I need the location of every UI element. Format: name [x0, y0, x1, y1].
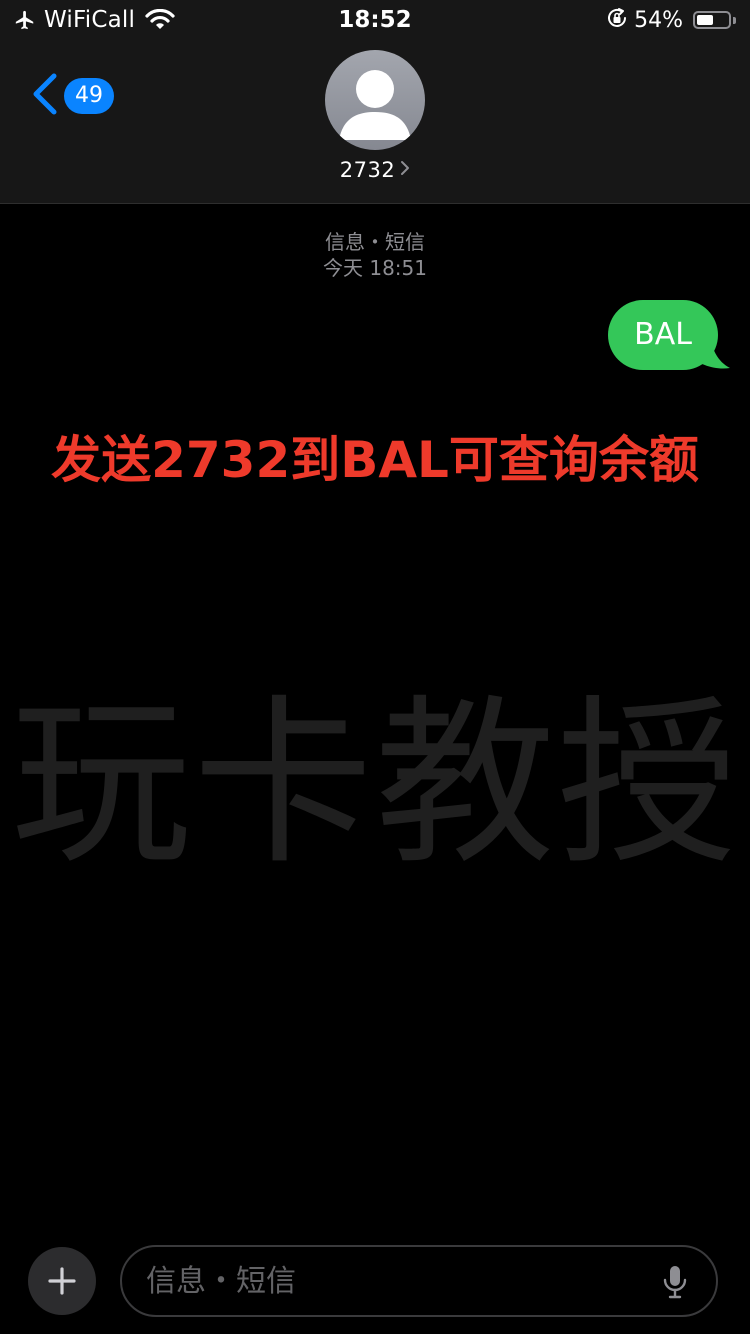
contact-name[interactable]: 2732 [340, 158, 395, 182]
back-button[interactable]: 49 [28, 72, 114, 120]
status-right: 54% [606, 6, 736, 34]
battery-level-fill [697, 15, 713, 25]
person-silhouette-icon [339, 70, 411, 140]
contact-avatar[interactable] [325, 50, 425, 150]
orientation-lock-icon [606, 7, 628, 33]
plus-icon[interactable] [47, 1266, 77, 1296]
service-label: 信息・短信 [325, 230, 425, 254]
contact-info-button[interactable]: 2732 [0, 158, 750, 182]
add-attachment-button[interactable] [28, 1247, 96, 1315]
unread-count-badge[interactable]: 49 [64, 78, 114, 114]
status-bar: WiFiCall 18:52 54% [0, 0, 750, 40]
navigation-header: WiFiCall 18:52 54% 49 2732 [0, 0, 750, 204]
message-timestamp: 今天 18:51 [323, 256, 427, 280]
battery-icon [693, 11, 731, 29]
microphone-icon[interactable] [662, 1264, 688, 1304]
chevron-right-icon[interactable] [400, 160, 410, 180]
battery-percent: 54% [634, 7, 683, 33]
message-field[interactable] [120, 1245, 718, 1317]
chevron-left-icon[interactable] [28, 72, 62, 120]
watermark: 玩卡教授 [10, 680, 739, 889]
outgoing-message-bubble[interactable]: BAL [608, 300, 718, 370]
message-input[interactable] [146, 1247, 646, 1315]
battery-cap [733, 16, 736, 24]
caption-overlay: 发送2732到BAL可查询余额 [51, 431, 699, 489]
